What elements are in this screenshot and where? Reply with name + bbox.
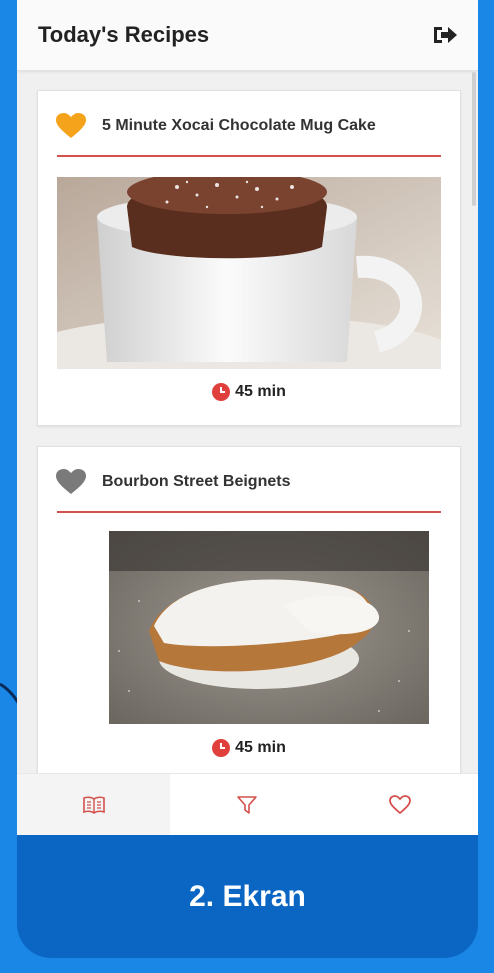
clock-icon — [212, 739, 231, 757]
cook-time: 45 min — [38, 739, 460, 761]
recipe-card[interactable]: 5 Minute Xocai Chocolate Mug Cake 45 min — [37, 90, 461, 426]
book-icon — [82, 796, 105, 814]
screen-caption: 2. Ekran — [189, 879, 306, 913]
cook-time: 45 min — [38, 383, 460, 405]
nav-recipes-tab[interactable] — [17, 774, 170, 835]
filter-icon — [236, 796, 257, 814]
page-title: Today's Recipes — [38, 22, 210, 47]
logout-icon[interactable] — [432, 24, 458, 46]
app-screen: Today's Recipes 5 Minute Xocai Chocolate… — [17, 0, 478, 835]
scrollbar[interactable] — [472, 72, 476, 206]
nav-filter-tab[interactable] — [170, 774, 323, 835]
app-bar: Today's Recipes — [17, 0, 478, 71]
phone-frame: Today's Recipes 5 Minute Xocai Chocolate… — [17, 0, 478, 958]
recipe-title: 5 Minute Xocai Chocolate Mug Cake — [102, 117, 376, 134]
heart-icon[interactable] — [56, 113, 86, 139]
recipe-title: Bourbon Street Beignets — [102, 473, 291, 490]
heart-outline-icon — [388, 795, 411, 815]
recipe-card-header: Bourbon Street Beignets — [38, 447, 460, 515]
bottom-navigation — [17, 773, 478, 835]
cook-time-label: 45 min — [235, 739, 286, 756]
recipe-card-header: 5 Minute Xocai Chocolate Mug Cake — [38, 91, 460, 159]
divider — [57, 511, 441, 513]
divider — [57, 155, 441, 157]
clock-icon — [212, 383, 231, 401]
cook-time-label: 45 min — [235, 383, 286, 400]
beignets-photo — [109, 531, 429, 724]
recipe-card[interactable]: Bourbon Street Beignets 45 min — [37, 446, 461, 788]
nav-favorites-tab[interactable] — [323, 774, 476, 835]
chocolate-mug-cake-photo — [57, 177, 441, 369]
heart-icon[interactable] — [56, 469, 86, 495]
